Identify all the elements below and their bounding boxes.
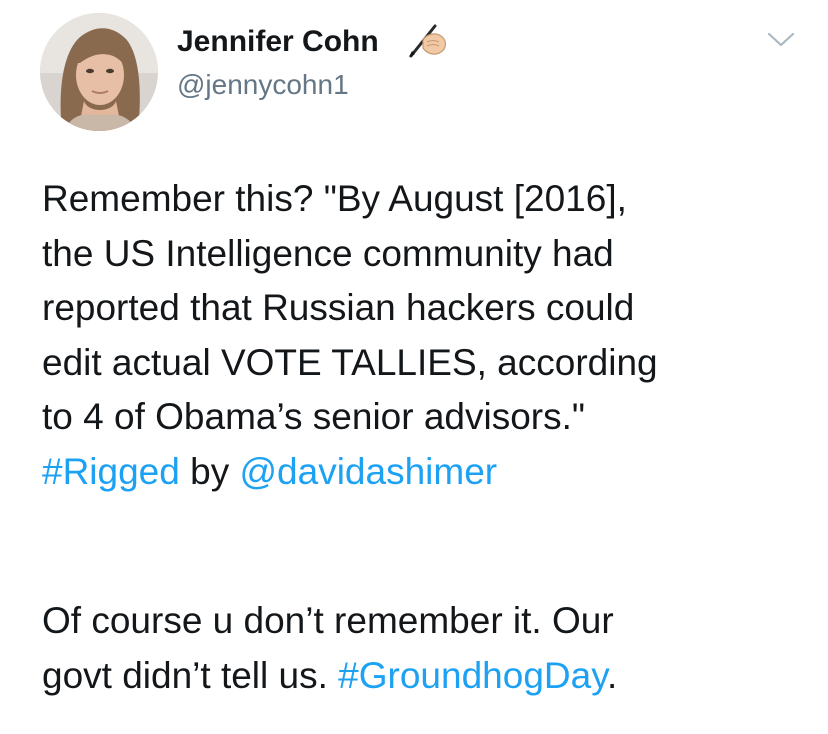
tweet-text-line: reported that Russian hackers could: [42, 287, 635, 328]
tweet-text-line: Remember this? "By August [2016],: [42, 178, 627, 219]
chevron-down-icon[interactable]: [766, 28, 796, 50]
tweet-text-line: edit actual VOTE TALLIES, according: [42, 341, 658, 383]
tweet-text-line: Of course u don’t remember it. Our: [42, 600, 614, 641]
tweet-text-line: to 4 of Obama’s senior advisors.": [42, 396, 586, 437]
tweet-text-period: .: [606, 654, 618, 696]
tweet-text-line: the US Intelligence community had: [42, 232, 614, 274]
hashtag-link-groundhogday[interactable]: #GroundhogDay: [338, 655, 607, 696]
avatar[interactable]: [40, 13, 158, 131]
tweet-text-line: govt didn’t tell us. #GroundhogDay.: [42, 649, 812, 704]
writing-hand-icon: [409, 24, 447, 58]
hashtag-link-rigged[interactable]: #Rigged: [42, 451, 180, 492]
avatar-image: [40, 13, 158, 131]
author-display-name[interactable]: Jennifer Cohn: [177, 24, 379, 60]
tweet-text-segment: govt didn’t tell us.: [42, 654, 339, 696]
tweet-card: Jennifer Cohn @jennycohn1 Remember this?…: [0, 0, 828, 734]
tweet-text-paragraph-2: Of course u don’t remember it. Our govt …: [42, 594, 812, 703]
tweet-text-by: by: [179, 450, 240, 492]
tweet-text-line: #Rigged by @davidashimer: [42, 445, 812, 500]
tweet-text-paragraph-1: Remember this? "By August [2016], the US…: [42, 172, 812, 499]
mention-link-davidashimer[interactable]: @davidashimer: [239, 451, 497, 492]
author-handle[interactable]: @jennycohn1: [177, 68, 349, 102]
